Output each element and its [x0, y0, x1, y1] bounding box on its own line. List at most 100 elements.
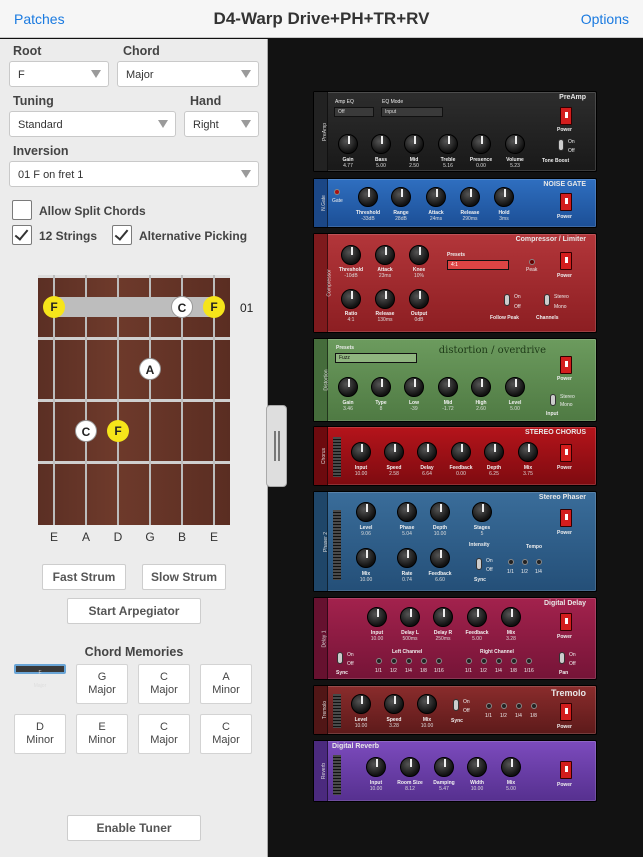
hand-select[interactable]: Right	[184, 111, 259, 137]
tempo-led[interactable]	[522, 559, 528, 565]
tempo-led[interactable]	[466, 658, 472, 664]
twelve-strings-checkbox[interactable]	[12, 225, 32, 245]
depth-knob[interactable]	[430, 502, 450, 522]
mix-knob[interactable]	[356, 548, 376, 568]
chord-memory-button[interactable]: C Major	[200, 714, 252, 754]
level-knob[interactable]	[505, 377, 525, 397]
mix-knob[interactable]	[501, 757, 521, 777]
input-knob[interactable]	[351, 442, 371, 462]
chord-memory-button[interactable]: F Major	[14, 664, 66, 689]
presets-select[interactable]: Fuzz	[335, 353, 417, 363]
sync-toggle[interactable]	[476, 558, 482, 570]
pan-toggle[interactable]	[559, 652, 565, 664]
follow-peak-toggle[interactable]	[504, 294, 510, 306]
fast-strum-button[interactable]: Fast Strum	[42, 564, 126, 590]
mix-knob[interactable]	[417, 694, 437, 714]
tempo-led[interactable]	[486, 703, 492, 709]
width-knob[interactable]	[467, 757, 487, 777]
chord-memory-button[interactable]: A Minor	[200, 664, 252, 704]
chord-memory-button[interactable]: G Major	[76, 664, 128, 704]
chord-memory-button[interactable]: E Minor	[76, 714, 128, 754]
fretboard[interactable]: F C F A C F	[38, 275, 230, 525]
delay-left-knob[interactable]	[400, 607, 420, 627]
sync-toggle[interactable]	[337, 652, 343, 664]
power-switch[interactable]	[560, 193, 572, 211]
threshold-knob[interactable]	[341, 245, 361, 265]
speed-knob[interactable]	[384, 442, 404, 462]
channels-toggle[interactable]	[544, 294, 550, 306]
tone-boost-toggle[interactable]	[558, 139, 564, 151]
chord-memory-button[interactable]: C Major	[138, 664, 190, 704]
tempo-led[interactable]	[481, 658, 487, 664]
enable-tuner-button[interactable]: Enable Tuner	[67, 815, 201, 841]
hold-knob[interactable]	[494, 187, 514, 207]
feedback-knob[interactable]	[430, 548, 450, 568]
allow-split-checkbox[interactable]	[12, 200, 32, 220]
tuning-select[interactable]: Standard	[9, 111, 176, 137]
low-knob[interactable]	[404, 377, 424, 397]
delay-knob[interactable]	[417, 442, 437, 462]
power-switch[interactable]	[560, 356, 572, 374]
knee-knob[interactable]	[409, 245, 429, 265]
range-knob[interactable]	[391, 187, 411, 207]
delay-right-knob[interactable]	[433, 607, 453, 627]
options-button[interactable]: Options	[581, 11, 629, 27]
feedback-knob[interactable]	[467, 607, 487, 627]
tempo-led[interactable]	[516, 703, 522, 709]
mix-knob[interactable]	[518, 442, 538, 462]
chord-memory-button[interactable]: C Major	[138, 714, 190, 754]
inversion-select[interactable]: 01 F on fret 1	[9, 161, 259, 187]
tempo-led[interactable]	[406, 658, 412, 664]
level-knob[interactable]	[356, 502, 376, 522]
chord-memory-button[interactable]: D Minor	[14, 714, 66, 754]
volume-knob[interactable]	[505, 134, 525, 154]
start-arpeggiator-button[interactable]: Start Arpegiator	[67, 598, 201, 624]
power-switch[interactable]	[560, 613, 572, 631]
input-knob[interactable]	[366, 757, 386, 777]
mid-knob[interactable]	[438, 377, 458, 397]
presets-select[interactable]: 4:1	[447, 260, 509, 270]
type-knob[interactable]	[371, 377, 391, 397]
attack-knob[interactable]	[426, 187, 446, 207]
tempo-led[interactable]	[421, 658, 427, 664]
sync-toggle[interactable]	[453, 699, 459, 711]
mid-knob[interactable]	[404, 134, 424, 154]
ratio-knob[interactable]	[341, 289, 361, 309]
amp-eq-select[interactable]: Off	[334, 107, 374, 117]
level-knob[interactable]	[351, 694, 371, 714]
release-knob[interactable]	[375, 289, 395, 309]
tempo-led[interactable]	[376, 658, 382, 664]
gain-knob[interactable]	[338, 134, 358, 154]
gain-knob[interactable]	[338, 377, 358, 397]
stages-knob[interactable]	[472, 502, 492, 522]
input-knob[interactable]	[367, 607, 387, 627]
power-switch[interactable]	[560, 107, 572, 125]
tempo-led[interactable]	[391, 658, 397, 664]
tempo-led[interactable]	[501, 703, 507, 709]
tempo-led[interactable]	[508, 559, 514, 565]
damping-knob[interactable]	[434, 757, 454, 777]
power-switch[interactable]	[560, 444, 572, 462]
alternative-picking-checkbox[interactable]	[112, 225, 132, 245]
treble-knob[interactable]	[438, 134, 458, 154]
mix-knob[interactable]	[501, 607, 521, 627]
rate-knob[interactable]	[397, 548, 417, 568]
attack-knob[interactable]	[375, 245, 395, 265]
slow-strum-button[interactable]: Slow Strum	[142, 564, 226, 590]
power-switch[interactable]	[560, 252, 572, 270]
tempo-led[interactable]	[511, 658, 517, 664]
panel-drag-handle[interactable]	[266, 405, 287, 487]
chord-select[interactable]: Major	[117, 61, 259, 87]
power-switch[interactable]	[560, 703, 572, 721]
phase-knob[interactable]	[397, 502, 417, 522]
tempo-led[interactable]	[531, 703, 537, 709]
feedback-knob[interactable]	[451, 442, 471, 462]
tempo-led[interactable]	[536, 559, 542, 565]
eq-mode-select[interactable]: Input	[381, 107, 443, 117]
release-knob[interactable]	[460, 187, 480, 207]
presence-knob[interactable]	[471, 134, 491, 154]
output-knob[interactable]	[409, 289, 429, 309]
tempo-led[interactable]	[436, 658, 442, 664]
root-select[interactable]: F	[9, 61, 109, 87]
depth-knob[interactable]	[484, 442, 504, 462]
